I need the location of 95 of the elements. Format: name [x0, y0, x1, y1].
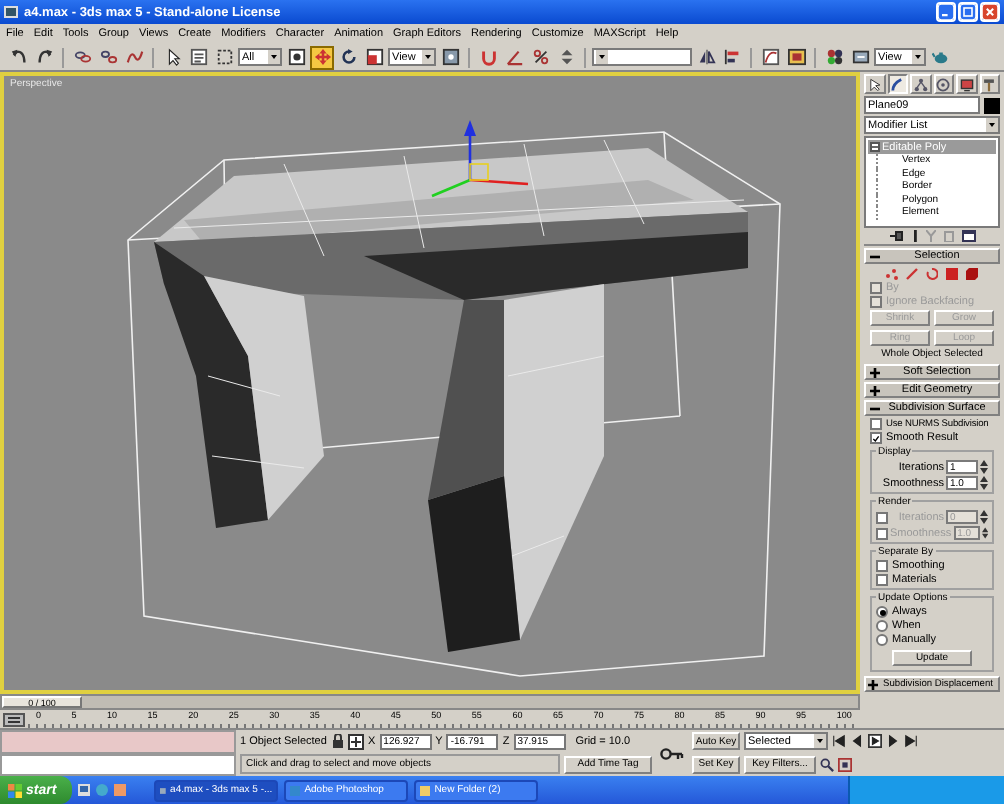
tool-button[interactable]	[284, 45, 308, 69]
caret-icon	[912, 50, 924, 64]
pivot-icon	[441, 48, 459, 66]
tool-button[interactable]	[822, 45, 846, 69]
expand-box-icon[interactable]	[870, 142, 880, 152]
flag-icon	[8, 783, 22, 797]
skip-end-icon[interactable]	[904, 734, 918, 749]
radio-button[interactable]	[876, 634, 888, 646]
lock-icon[interactable]	[332, 734, 344, 749]
magnifier-icon[interactable]	[820, 757, 834, 772]
plus-icon	[870, 367, 880, 377]
minimize-icon[interactable]	[936, 2, 956, 22]
checkbox[interactable]	[876, 574, 888, 586]
schematic-icon	[787, 48, 805, 66]
loop-icon[interactable]	[926, 268, 938, 280]
rotate-icon	[339, 48, 357, 66]
bent-rod-icon	[890, 77, 905, 91]
radio-button[interactable]	[876, 606, 888, 618]
render-icon	[851, 48, 869, 66]
cursor-icon	[163, 48, 181, 66]
edge-icon[interactable]	[906, 268, 918, 280]
tool-button[interactable]	[362, 45, 386, 69]
caret-icon	[596, 50, 608, 64]
pin-icon[interactable]	[889, 230, 903, 242]
tool-button[interactable]	[438, 45, 462, 69]
caret-icon	[268, 50, 280, 64]
step-back-icon[interactable]	[850, 734, 864, 749]
app-icon	[290, 785, 301, 795]
tool-button[interactable]	[212, 45, 236, 69]
quick-launch-icon[interactable]	[78, 784, 91, 796]
crosshair-icon[interactable]	[348, 733, 364, 750]
tool-button[interactable]	[758, 45, 782, 69]
material-icon	[825, 48, 843, 66]
app-icon	[420, 785, 431, 795]
play-icon[interactable]	[868, 734, 882, 749]
align-icon	[723, 48, 741, 66]
curve-icon	[761, 48, 779, 66]
bar-icon[interactable]	[911, 230, 917, 242]
plus-icon	[868, 679, 878, 689]
tool-button[interactable]	[336, 45, 360, 69]
model-drawing[interactable]	[127, 131, 781, 677]
monitor-icon	[959, 77, 974, 91]
step-forward-icon[interactable]	[886, 734, 900, 749]
scale-icon	[365, 48, 383, 66]
mirror-icon	[697, 48, 715, 66]
close-icon[interactable]	[980, 2, 1000, 22]
checkbox[interactable]	[870, 418, 882, 430]
tool-button[interactable]	[70, 45, 94, 69]
minus-icon	[870, 403, 880, 413]
teapot-icon	[931, 48, 949, 66]
move-icon	[313, 48, 331, 66]
hierarchy-icon	[913, 77, 928, 91]
tool-button[interactable]	[720, 45, 744, 69]
caret-icon	[814, 734, 826, 749]
caret-icon	[986, 118, 998, 132]
chain-icon	[73, 48, 91, 66]
list-icon	[189, 48, 207, 66]
key-icon[interactable]	[660, 747, 684, 759]
radio-button[interactable]	[876, 620, 888, 632]
window-icon[interactable]	[961, 230, 975, 242]
listener-input[interactable]	[0, 753, 236, 776]
checkbox[interactable]	[876, 527, 888, 539]
broken-chain-icon	[99, 48, 117, 66]
named-selection-dropdown[interactable]	[592, 48, 692, 66]
skip-start-icon[interactable]	[832, 734, 846, 749]
square-icon	[215, 48, 233, 66]
plus-icon	[870, 385, 880, 395]
frame-icon[interactable]	[838, 757, 852, 772]
tool-button[interactable]	[784, 45, 808, 69]
app-icon	[4, 6, 18, 18]
color-swatch[interactable]	[984, 97, 1000, 113]
magnet-icon	[479, 48, 497, 66]
wheel-icon	[936, 77, 951, 91]
transform-gizmo-icon[interactable]	[431, 120, 529, 198]
tool-button[interactable]	[848, 45, 872, 69]
checkbox[interactable]	[876, 511, 888, 523]
app-icon	[160, 785, 167, 795]
checkbox[interactable]	[870, 432, 882, 444]
minus-icon	[870, 251, 880, 261]
percent-icon	[531, 48, 549, 66]
angle-icon	[505, 48, 523, 66]
spinner-icon	[557, 48, 575, 66]
tool-button[interactable]	[186, 45, 210, 69]
cube-icon[interactable]	[966, 268, 978, 280]
tool-button[interactable]	[694, 45, 718, 69]
checkbox[interactable]	[876, 560, 888, 572]
hammer-icon	[982, 77, 997, 91]
caret-icon	[422, 50, 434, 64]
maximize-icon[interactable]	[958, 2, 978, 22]
panel-tab[interactable]	[887, 74, 908, 94]
window-icon	[287, 48, 305, 66]
squiggle-icon	[125, 48, 143, 66]
dots-icon[interactable]	[886, 268, 898, 280]
pointer-icon	[867, 77, 882, 91]
tool-button[interactable]	[96, 45, 120, 69]
